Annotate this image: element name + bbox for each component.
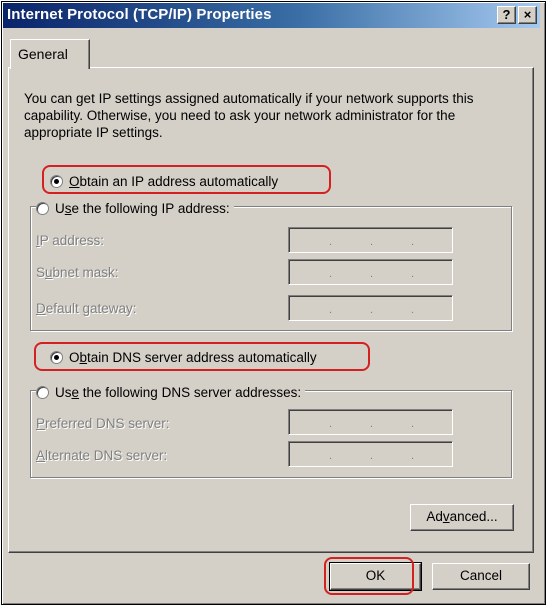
title-bar: Internet Protocol (TCP/IP) Properties ? … [3,3,540,28]
default-gateway-input[interactable]: . . . [288,295,453,321]
ip-address-label: IP address: [36,233,105,248]
cancel-button[interactable]: Cancel [432,563,530,590]
ok-button[interactable]: OK [329,562,422,591]
use-following-ip-option[interactable]: Use the following IP address: [36,198,234,218]
preferred-dns-label: Preferred DNS server: [36,416,170,431]
advanced-button[interactable]: Advanced... [410,504,514,531]
alternate-dns-input[interactable]: . . . [288,441,453,467]
close-button[interactable]: × [518,6,537,24]
obtain-ip-auto-option[interactable]: Obtain an IP address automatically [50,171,283,191]
obtain-dns-auto-radio[interactable] [50,350,63,364]
alternate-dns-label: Alternate DNS server: [36,448,168,463]
obtain-dns-auto-label: Obtain DNS server address automatically [69,349,317,365]
use-following-ip-radio[interactable] [36,201,49,215]
dialog-title: Internet Protocol (TCP/IP) Properties [7,6,272,23]
use-following-dns-radio[interactable] [36,385,49,399]
default-gateway-label: Default gateway: [36,301,137,316]
help-button[interactable]: ? [497,6,516,24]
ip-address-input[interactable]: . . . [288,227,453,253]
description-text: You can get IP settings assigned automat… [24,91,474,140]
tab-general[interactable]: General [10,39,90,69]
obtain-ip-auto-radio[interactable] [50,174,63,188]
use-following-ip-label: Use the following IP address: [55,200,230,216]
subnet-mask-input[interactable]: . . . [288,259,453,285]
obtain-ip-auto-label: Obtain an IP address automatically [69,173,279,189]
tab-general-label: General [18,46,68,62]
obtain-dns-auto-option[interactable]: Obtain DNS server address automatically [50,347,321,367]
use-following-dns-label: Use the following DNS server addresses: [55,384,302,400]
use-following-dns-option[interactable]: Use the following DNS server addresses: [36,382,306,402]
subnet-mask-label: Subnet mask: [36,265,119,280]
preferred-dns-input[interactable]: . . . [288,409,453,435]
